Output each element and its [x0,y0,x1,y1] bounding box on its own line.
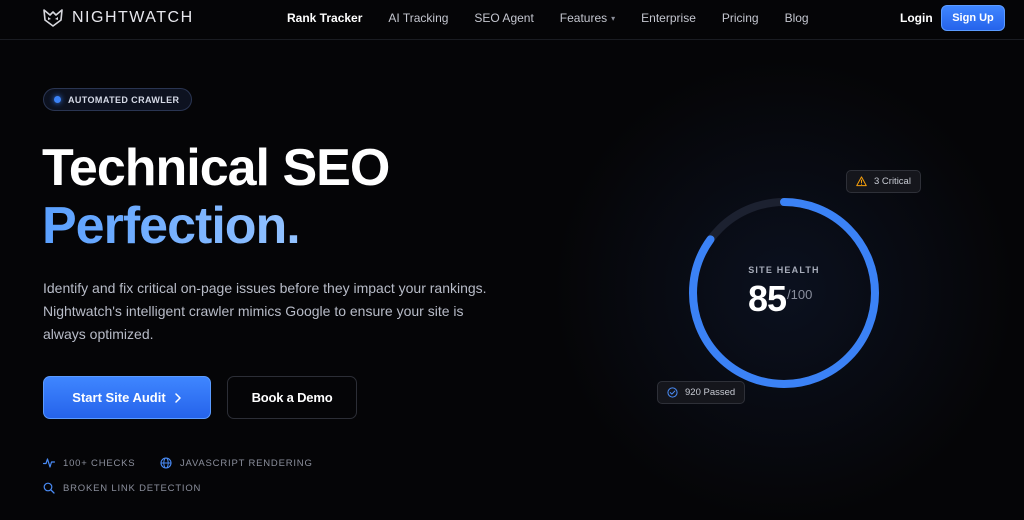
page: NIGHTWATCH Rank Tracker AI Tracking SEO … [0,0,1024,520]
owl-logo-icon [43,9,63,27]
nav-link-rank-tracker[interactable]: Rank Tracker [287,11,362,25]
check-circle-icon [667,387,678,398]
book-demo-button[interactable]: Book a Demo [227,376,357,419]
site-health-value: 85 [748,278,787,319]
feature-javascript-label: JAVASCRIPT RENDERING [180,457,313,469]
start-site-audit-label: Start Site Audit [72,390,166,405]
nav-links: Rank Tracker AI Tracking SEO Agent Featu… [287,11,835,25]
critical-issues-label: 3 Critical [874,176,911,187]
nav-link-blog[interactable]: Blog [785,11,809,25]
site-health-label: SITE HEALTH [748,265,820,275]
site-health-score: 85 /100 [748,278,812,320]
hero-title-line2: Perfection. [42,197,301,255]
feature-links: BROKEN LINK DETECTION [43,482,201,494]
badge-dot-icon [54,96,61,103]
activity-pulse-icon [43,458,55,468]
feature-links-label: BROKEN LINK DETECTION [63,482,202,494]
warning-triangle-icon [856,176,867,187]
hero-title-line1: Technical SEO [42,139,390,197]
nav-link-ai-tracking[interactable]: AI Tracking [388,11,448,25]
signup-button[interactable]: Sign Up [941,5,1005,31]
passed-checks-label: 920 Passed [685,387,736,398]
nav-link-enterprise[interactable]: Enterprise [641,11,696,25]
nav-link-seo-agent[interactable]: SEO Agent [474,11,533,25]
book-demo-label: Book a Demo [251,390,333,405]
brand-name: NIGHTWATCH [72,9,194,26]
passed-checks-pill: 920 Passed [657,381,746,404]
critical-issues-pill: 3 Critical [846,170,921,193]
feature-javascript: JAVASCRIPT RENDERING [160,457,313,469]
start-site-audit-button[interactable]: Start Site Audit [43,376,211,419]
login-link[interactable]: Login [900,11,933,25]
hero-description: Identify and fix critical on-page issues… [43,280,487,342]
nav-link-features-label: Features [559,11,608,25]
feature-checks: 100+ CHECKS [43,457,135,469]
top-nav: NIGHTWATCH Rank Tracker AI Tracking SEO … [0,0,1024,40]
feature-checks-label: 100+ CHECKS [63,457,136,469]
badge-label: AUTOMATED CRAWLER [68,94,180,105]
chevron-right-icon [174,392,181,403]
chevron-down-icon: ▾ [611,13,616,23]
search-icon [43,482,55,494]
nav-link-pricing[interactable]: Pricing [722,11,759,25]
crawler-badge: AUTOMATED CRAWLER [43,88,193,111]
globe-icon [160,457,172,469]
brand-logo[interactable]: NIGHTWATCH [42,8,194,28]
nav-link-features[interactable]: Features ▾ [560,11,615,25]
site-health-max: /100 [787,287,813,302]
